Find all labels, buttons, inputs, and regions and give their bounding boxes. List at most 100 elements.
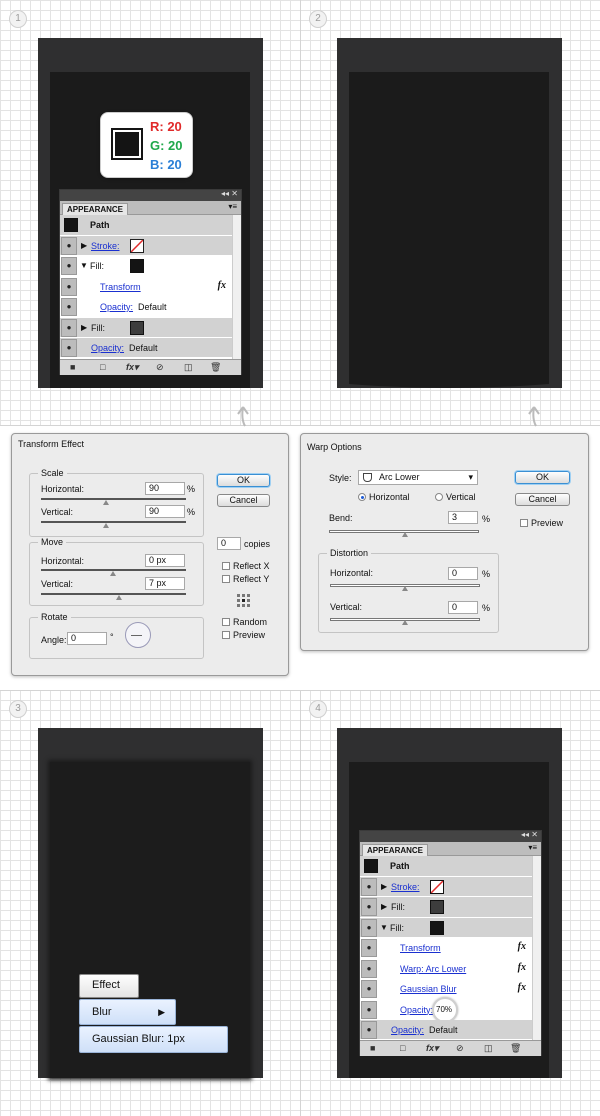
opacity-link[interactable]: Opacity: xyxy=(100,302,133,312)
duplicate-icon[interactable]: ◫ xyxy=(484,1043,493,1054)
new-art-icon[interactable]: ■ xyxy=(370,1043,375,1053)
move-v-slider[interactable] xyxy=(41,593,186,595)
slider-thumb[interactable] xyxy=(402,532,408,537)
eye-icon[interactable]: ● xyxy=(361,980,377,998)
stroke-none-swatch[interactable] xyxy=(130,238,144,253)
fill-swatch-mid[interactable] xyxy=(430,900,444,914)
distortion-h-input[interactable]: 0 xyxy=(448,567,478,580)
random-checkbox[interactable] xyxy=(222,618,230,626)
clear-icon[interactable]: ⊘ xyxy=(156,362,164,373)
copies-input[interactable]: 0 xyxy=(217,537,241,550)
move-h-input[interactable]: 0 px xyxy=(145,554,185,567)
slider-thumb[interactable] xyxy=(110,571,116,576)
scale-h-slider[interactable] xyxy=(41,498,186,500)
eye-icon[interactable]: ● xyxy=(61,339,77,357)
eye-icon[interactable]: ● xyxy=(61,277,77,296)
move-v-input[interactable]: 7 px xyxy=(145,577,185,590)
row-transform[interactable]: ● Transform fx xyxy=(360,938,541,959)
gaussian-blur-link[interactable]: Gaussian Blur xyxy=(400,984,457,994)
collapse-close-icons[interactable]: ◂◂ ✕ xyxy=(221,189,238,198)
row-fill-1[interactable]: ● ▶ Fill: xyxy=(360,897,541,918)
reflect-x-checkbox[interactable] xyxy=(222,562,230,570)
fill-swatch-dark[interactable] xyxy=(430,920,444,935)
row-stroke[interactable]: ● ▶ Stroke: xyxy=(360,876,541,897)
transform-link[interactable]: Transform xyxy=(400,943,441,953)
preview-checkbox[interactable] xyxy=(520,519,528,527)
ok-button[interactable]: OK xyxy=(217,474,270,487)
slider-thumb[interactable] xyxy=(402,586,408,591)
eye-icon[interactable]: ● xyxy=(361,939,377,957)
panel-menu-icon[interactable]: ▾≡ xyxy=(228,202,237,211)
fx-menu-icon[interactable]: fx▾ xyxy=(426,1043,439,1054)
stroke-link[interactable]: Stroke: xyxy=(391,882,420,892)
menu-gaussian-blur[interactable]: Gaussian Blur: 1px xyxy=(79,1026,228,1053)
eye-icon[interactable]: ● xyxy=(61,298,77,316)
slider-thumb[interactable] xyxy=(103,500,109,505)
row-path[interactable]: Path xyxy=(60,215,241,236)
stroke-link[interactable]: Stroke: xyxy=(91,241,120,251)
eye-icon[interactable]: ● xyxy=(361,877,377,896)
trash-icon[interactable]: 🗑 xyxy=(510,1043,521,1054)
slider-thumb[interactable] xyxy=(116,595,122,600)
row-warp[interactable]: ● Warp: Arc Lower fx xyxy=(360,958,541,979)
scale-v-input[interactable]: 90 xyxy=(145,505,185,518)
eye-icon[interactable]: ● xyxy=(61,318,77,337)
fill-swatch-dark[interactable] xyxy=(130,259,144,273)
panel-scrollbar[interactable] xyxy=(232,215,241,359)
menu-effect[interactable]: Effect xyxy=(79,974,139,998)
angle-dial-icon[interactable] xyxy=(125,622,151,648)
scale-v-slider[interactable] xyxy=(41,521,186,523)
collapse-close-icons[interactable]: ◂◂ ✕ xyxy=(521,830,538,839)
tab-appearance[interactable]: APPEARANCE xyxy=(362,844,429,856)
collapse-triangle-icon[interactable]: ▼ xyxy=(380,923,388,932)
horizontal-radio[interactable] xyxy=(358,493,366,501)
fill-swatch-mid[interactable] xyxy=(130,320,144,335)
scale-h-input[interactable]: 90 xyxy=(145,482,185,495)
fx-menu-icon[interactable]: fx▾ xyxy=(126,362,139,373)
opacity-link[interactable]: Opacity: xyxy=(91,343,124,353)
fx-icon[interactable]: fx xyxy=(518,941,526,952)
eye-icon[interactable]: ● xyxy=(361,959,377,978)
reference-point-icon[interactable] xyxy=(237,594,250,607)
distortion-v-input[interactable]: 0 xyxy=(448,601,478,614)
ok-button[interactable]: OK xyxy=(515,471,570,484)
angle-input[interactable]: 0 xyxy=(67,632,107,645)
collapse-triangle-icon[interactable]: ▼ xyxy=(80,261,88,270)
fx-icon[interactable]: fx xyxy=(218,280,226,291)
eye-icon[interactable]: ● xyxy=(361,918,377,937)
trash-icon[interactable]: 🗑 xyxy=(210,362,221,373)
eye-icon[interactable]: ● xyxy=(61,257,77,275)
row-opacity-inner[interactable]: ● Opacity: 70% xyxy=(360,996,541,1023)
bend-input[interactable]: 3 xyxy=(448,511,478,524)
cancel-button[interactable]: Cancel xyxy=(515,493,570,506)
fx-icon[interactable]: fx xyxy=(518,982,526,993)
eye-icon[interactable]: ● xyxy=(361,898,377,916)
transform-link[interactable]: Transform xyxy=(100,282,141,292)
row-transform[interactable]: ● Transform fx xyxy=(60,276,241,297)
reflect-y-checkbox[interactable] xyxy=(222,575,230,583)
row-opacity-object[interactable]: ● Opacity: Default xyxy=(360,1020,541,1040)
clear-icon[interactable]: ⊘ xyxy=(456,1043,464,1054)
expand-triangle-icon[interactable]: ▶ xyxy=(81,323,87,332)
eye-icon[interactable]: ● xyxy=(61,236,77,255)
row-gaussian-blur[interactable]: ● Gaussian Blur fx xyxy=(360,979,541,1000)
row-opacity-inner[interactable]: ● Opacity: Default xyxy=(60,297,241,318)
row-opacity-object[interactable]: ● Opacity: Default xyxy=(60,338,241,358)
row-path[interactable]: Path xyxy=(360,856,541,877)
new-fill-icon[interactable]: □ xyxy=(400,1043,405,1053)
row-fill-2[interactable]: ● ▶ Fill: xyxy=(60,317,241,338)
cancel-button[interactable]: Cancel xyxy=(217,494,270,507)
warp-link[interactable]: Warp: Arc Lower xyxy=(400,964,466,974)
slider-thumb[interactable] xyxy=(402,620,408,625)
stroke-none-swatch[interactable] xyxy=(430,879,444,894)
preview-checkbox[interactable] xyxy=(222,631,230,639)
opacity-link[interactable]: Opacity: xyxy=(391,1025,424,1035)
slider-thumb[interactable] xyxy=(103,523,109,528)
row-fill-expanded[interactable]: ● ▼ Fill: xyxy=(60,256,241,277)
eye-icon[interactable]: ● xyxy=(361,1000,377,1019)
menu-blur[interactable]: Blur ▶ xyxy=(79,999,176,1025)
expand-triangle-icon[interactable]: ▶ xyxy=(381,902,387,911)
expand-triangle-icon[interactable]: ▶ xyxy=(381,882,387,891)
row-stroke[interactable]: ● ▶ Stroke: xyxy=(60,235,241,256)
eye-icon[interactable]: ● xyxy=(361,1021,377,1039)
